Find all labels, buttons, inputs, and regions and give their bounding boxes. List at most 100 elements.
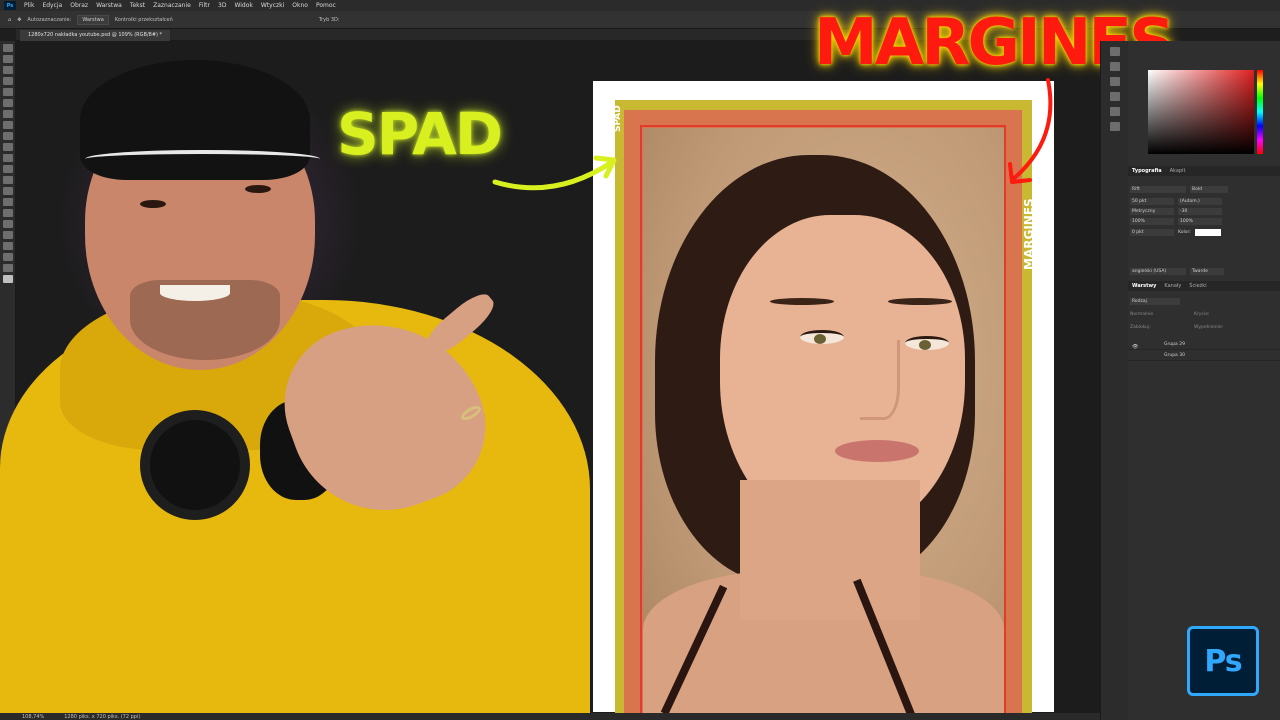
bleed-vertical-label: SPAD bbox=[613, 105, 623, 132]
zoom-level[interactable]: 108,74% bbox=[22, 714, 44, 720]
menu-obraz[interactable]: Obraz bbox=[66, 2, 92, 9]
layer-row[interactable]: 👁 Grupa 29 bbox=[1128, 340, 1280, 350]
gradient-tool-icon[interactable] bbox=[2, 176, 13, 184]
vertical-scale-field[interactable]: 100% bbox=[1130, 218, 1174, 225]
status-bar: 108,74% 1280 piks. x 720 piks. (72 ppi) bbox=[0, 713, 1100, 720]
color-picker-field[interactable] bbox=[1148, 70, 1254, 154]
eyedropper-tool-icon[interactable] bbox=[2, 110, 13, 118]
layer-name: Grupa 30 bbox=[1164, 353, 1185, 358]
horizontal-scale-field[interactable]: 100% bbox=[1178, 218, 1222, 225]
menu-filtr[interactable]: Filtr bbox=[195, 2, 214, 9]
brush-tool-icon[interactable] bbox=[2, 132, 13, 140]
antialias-select[interactable]: Twarde bbox=[1190, 268, 1224, 275]
zoom-tool-icon[interactable] bbox=[2, 264, 13, 272]
font-size-field[interactable]: 50 pkt bbox=[1130, 198, 1174, 205]
menu-okno[interactable]: Okno bbox=[288, 2, 312, 9]
marquee-tool-icon[interactable] bbox=[2, 55, 13, 63]
mode-3d-label: Tryb 3D: bbox=[318, 16, 340, 23]
menu-wtyczki[interactable]: Wtyczki bbox=[257, 2, 288, 9]
menu-zaznaczanie[interactable]: Zaznaczanie bbox=[149, 2, 195, 9]
path-select-tool-icon[interactable] bbox=[2, 231, 13, 239]
blur-tool-icon[interactable] bbox=[2, 187, 13, 195]
color-swatch-icon[interactable] bbox=[2, 275, 13, 283]
dodge-tool-icon[interactable] bbox=[2, 198, 13, 206]
baseline-field[interactable]: 0 pkt bbox=[1130, 229, 1174, 236]
opacity-label: Krycie: bbox=[1194, 312, 1210, 317]
blend-row: Normalnie Krycie: bbox=[1130, 312, 1278, 319]
menu-pomoc[interactable]: Pomoc bbox=[312, 2, 340, 9]
text-color-swatch[interactable] bbox=[1194, 229, 1221, 236]
history-brush-tool-icon[interactable] bbox=[2, 154, 13, 162]
kerning-row: Metryczny -30 bbox=[1130, 208, 1234, 215]
layers-panel-tabs: Warstwy Kanały Ścieżki bbox=[1128, 281, 1280, 291]
tab-kanaly[interactable]: Kanały bbox=[1164, 283, 1181, 289]
font-row: Rift Bold bbox=[1130, 186, 1234, 193]
document-dimensions: 1280 piks. x 720 piks. (72 ppi) bbox=[64, 713, 141, 720]
document-tab[interactable]: 1280x720 nakładka youtube.psd @ 109% (RG… bbox=[20, 30, 171, 41]
move-tool-icon[interactable] bbox=[2, 44, 13, 52]
menu-widok[interactable]: Widok bbox=[230, 2, 256, 9]
libraries-icon[interactable] bbox=[1109, 107, 1120, 116]
menu-tekst[interactable]: Tekst bbox=[126, 2, 149, 9]
transform-controls-checkbox[interactable]: Kontrolki przekształceń bbox=[115, 17, 173, 23]
auto-select-label: Autozaznaczanie: bbox=[27, 16, 72, 23]
font-family-select[interactable]: Rift bbox=[1130, 186, 1186, 193]
spad-annotation: SPAD bbox=[337, 100, 503, 168]
language-select[interactable]: angielski (USA) bbox=[1130, 268, 1186, 275]
menu-warstwa[interactable]: Warstwa bbox=[92, 2, 126, 9]
home-icon[interactable]: ⌂ bbox=[8, 17, 11, 23]
presenter-eye-left bbox=[140, 200, 166, 208]
scale-row: 100% 100% bbox=[1130, 218, 1234, 225]
crop-tool-icon[interactable] bbox=[2, 88, 13, 96]
auto-select-dropdown[interactable]: Warstwa bbox=[77, 14, 109, 25]
blend-mode-select[interactable]: Normalnie bbox=[1130, 312, 1190, 319]
pen-tool-icon[interactable] bbox=[2, 209, 13, 217]
photoshop-logo: Ps bbox=[1187, 626, 1259, 696]
hue-slider[interactable] bbox=[1257, 70, 1263, 154]
panel-dock bbox=[1100, 41, 1128, 720]
lock-label: Zablokuj: bbox=[1130, 325, 1151, 330]
lock-row: Zablokuj: Wypełnienie: bbox=[1130, 325, 1278, 332]
eraser-tool-icon[interactable] bbox=[2, 165, 13, 173]
menu-3d[interactable]: 3D bbox=[214, 2, 230, 9]
presenter-cap-brim bbox=[85, 150, 320, 168]
layer-name: Grupa 29 bbox=[1164, 342, 1185, 347]
glyphs-icon[interactable] bbox=[1109, 92, 1120, 101]
tracking-field[interactable]: -30 bbox=[1178, 208, 1222, 215]
history-icon[interactable] bbox=[1109, 47, 1120, 56]
presenter-eye-right bbox=[245, 185, 271, 193]
layer-filter-select[interactable]: Rodzaj bbox=[1130, 298, 1180, 305]
color-label: Kolor: bbox=[1178, 230, 1191, 235]
language-row: angielski (USA) Twarde bbox=[1130, 268, 1234, 275]
hand-tool-icon[interactable] bbox=[2, 253, 13, 261]
photoshop-app-icon[interactable]: Ps bbox=[4, 1, 16, 10]
shape-tool-icon[interactable] bbox=[2, 242, 13, 250]
tab-akapit[interactable]: Akapit bbox=[1170, 168, 1186, 174]
tab-warstwy[interactable]: Warstwy bbox=[1132, 283, 1156, 289]
lasso-tool-icon[interactable] bbox=[2, 66, 13, 74]
kerning-field[interactable]: Metryczny bbox=[1130, 208, 1174, 215]
brush-settings-icon[interactable] bbox=[1109, 77, 1120, 86]
frame-tool-icon[interactable] bbox=[2, 99, 13, 107]
fill-label: Wypełnienie: bbox=[1194, 325, 1224, 330]
tab-sciezki[interactable]: Ścieżki bbox=[1189, 283, 1206, 289]
headphones-icon bbox=[140, 410, 250, 520]
healing-tool-icon[interactable] bbox=[2, 121, 13, 129]
leading-field[interactable]: (Autom.) bbox=[1178, 198, 1222, 205]
tab-typografia[interactable]: Typografia bbox=[1132, 168, 1162, 174]
layer-row[interactable]: Grupa 30 bbox=[1128, 351, 1280, 361]
text-tool-icon[interactable] bbox=[2, 220, 13, 228]
font-style-select[interactable]: Bold bbox=[1190, 186, 1228, 193]
properties-icon[interactable] bbox=[1109, 62, 1120, 71]
stamp-tool-icon[interactable] bbox=[2, 143, 13, 151]
margin-guide bbox=[640, 125, 1006, 720]
presenter-smile bbox=[160, 285, 230, 301]
margin-vertical-label: MARGINES bbox=[1022, 198, 1036, 270]
menu-plik[interactable]: Plik bbox=[20, 2, 38, 9]
quick-select-tool-icon[interactable] bbox=[2, 77, 13, 85]
adjustments-icon[interactable] bbox=[1109, 122, 1120, 131]
size-row: 50 pkt (Autom.) bbox=[1130, 198, 1234, 205]
menu-edycja[interactable]: Edycja bbox=[38, 2, 66, 9]
move-tool-icon[interactable]: ✥ bbox=[17, 17, 21, 23]
layer-filter-row: Rodzaj bbox=[1130, 298, 1234, 305]
